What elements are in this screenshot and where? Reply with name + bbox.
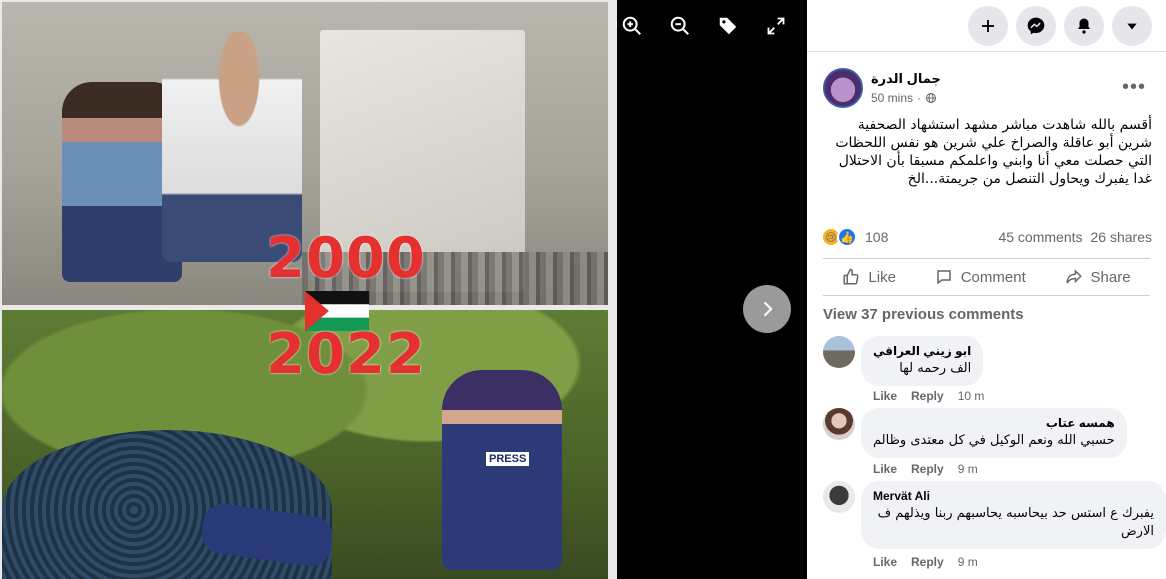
commenter-avatar[interactable] — [823, 336, 855, 368]
next-photo-button[interactable] — [743, 285, 791, 333]
comment-like-link[interactable]: Like — [873, 389, 897, 403]
post-timestamp[interactable]: 50 mins — [871, 91, 913, 105]
reaction-count[interactable]: 108 — [865, 229, 888, 245]
comment-time[interactable]: 9 m — [958, 555, 978, 569]
commenter-name[interactable]: Mervät Ali — [873, 489, 1154, 503]
author-avatar[interactable] — [823, 68, 863, 108]
view-previous-comments[interactable]: View 37 previous comments — [823, 306, 1024, 323]
account-menu-button[interactable] — [1112, 5, 1152, 46]
comment-time[interactable]: 10 m — [958, 389, 985, 403]
commenter-avatar[interactable] — [823, 481, 855, 513]
share-icon — [1066, 269, 1082, 284]
shares-count[interactable]: 26 shares — [1091, 229, 1152, 245]
top-bar — [807, 0, 1166, 52]
post-options-button[interactable]: ••• — [1122, 76, 1146, 99]
comment-bubble: همسه عتاب حسبي الله ونعم الوكيل في كل مع… — [861, 408, 1127, 458]
comment-button[interactable]: Comment — [935, 268, 1026, 286]
commenter-name[interactable]: ابو زيني العراقي — [873, 344, 971, 358]
tag-icon[interactable] — [716, 14, 740, 38]
comment-meta: Like Reply 10 m — [873, 389, 984, 403]
comments-count[interactable]: 45 comments — [998, 229, 1082, 245]
comment-text: الف رحمه لها — [899, 361, 972, 376]
chevron-right-icon — [763, 301, 773, 317]
fullscreen-icon[interactable] — [764, 14, 788, 38]
like-button[interactable]: Like — [842, 268, 896, 286]
year-2000-label: 2000 — [266, 226, 426, 291]
zoom-out-icon[interactable] — [668, 14, 692, 38]
share-button[interactable]: Share — [1065, 268, 1131, 286]
journalist-figure — [442, 370, 562, 570]
comment-text: حسبي الله ونعم الوكيل في كل معتدى وظالم — [873, 433, 1115, 448]
comment-bubble: ابو زيني العراقي الف رحمه لها — [861, 336, 984, 386]
messenger-button[interactable] — [1016, 5, 1056, 46]
post-text: أقسم بالله شاهدت مباشر مشهد استشهاد الصح… — [835, 117, 1152, 187]
comment-reply-link[interactable]: Reply — [911, 555, 944, 569]
post-side-panel: جمال الدرة 50 mins · ••• أقسم بالله شاهد… — [807, 0, 1166, 579]
comment-bubble: Mervät Ali يفبرك ع استس حد بيحاسبه يحاسب… — [861, 481, 1166, 549]
comment-meta: Like Reply 9 m — [873, 555, 978, 569]
reactions-bar: 😢 👍 108 45 comments 26 shares — [807, 222, 1166, 252]
messenger-icon — [1027, 17, 1045, 34]
comment-item: Mervät Ali يفبرك ع استس حد بيحاسبه يحاسب… — [823, 481, 1166, 549]
commenter-avatar[interactable] — [823, 408, 855, 440]
zoom-in-icon[interactable] — [620, 14, 644, 38]
comment-item: همسه عتاب حسبي الله ونعم الوكيل في كل مع… — [823, 408, 1127, 458]
comment-time[interactable]: 9 m — [958, 462, 978, 476]
account-menu-icon — [1127, 23, 1137, 29]
comment-like-link[interactable]: Like — [873, 462, 897, 476]
press-label: PRESS — [486, 452, 530, 466]
viewer-toolbar — [620, 14, 788, 38]
photo-viewer: PRESS 2000 2022 — [0, 0, 807, 579]
comment-item: ابو زيني العراقي الف رحمه لها — [823, 336, 984, 386]
comment-icon — [936, 270, 951, 285]
comment-text: يفبرك ع استس حد بيحاسبه يحاسبهم ربنا ويذ… — [877, 506, 1154, 539]
post-header: جمال الدرة 50 mins · — [823, 68, 941, 108]
post-photo: PRESS 2000 2022 — [0, 0, 617, 579]
globe-icon — [926, 93, 937, 103]
notifications-button[interactable] — [1064, 5, 1104, 46]
author-name[interactable]: جمال الدرة — [871, 71, 941, 87]
comment-meta: Like Reply 9 m — [873, 462, 978, 476]
commenter-name[interactable]: همسه عتاب — [873, 416, 1115, 430]
plus-icon — [982, 19, 994, 32]
like-reaction-icon: 👍 — [837, 227, 857, 247]
comment-reply-link[interactable]: Reply — [911, 389, 944, 403]
year-2022-label: 2022 — [266, 322, 426, 387]
thumbs-up-icon — [843, 268, 859, 285]
comment-reply-link[interactable]: Reply — [911, 462, 944, 476]
post-actions: Like Comment Share — [823, 258, 1150, 296]
create-button[interactable] — [968, 5, 1008, 46]
notifications-icon — [1078, 18, 1090, 34]
comment-like-link[interactable]: Like — [873, 555, 897, 569]
